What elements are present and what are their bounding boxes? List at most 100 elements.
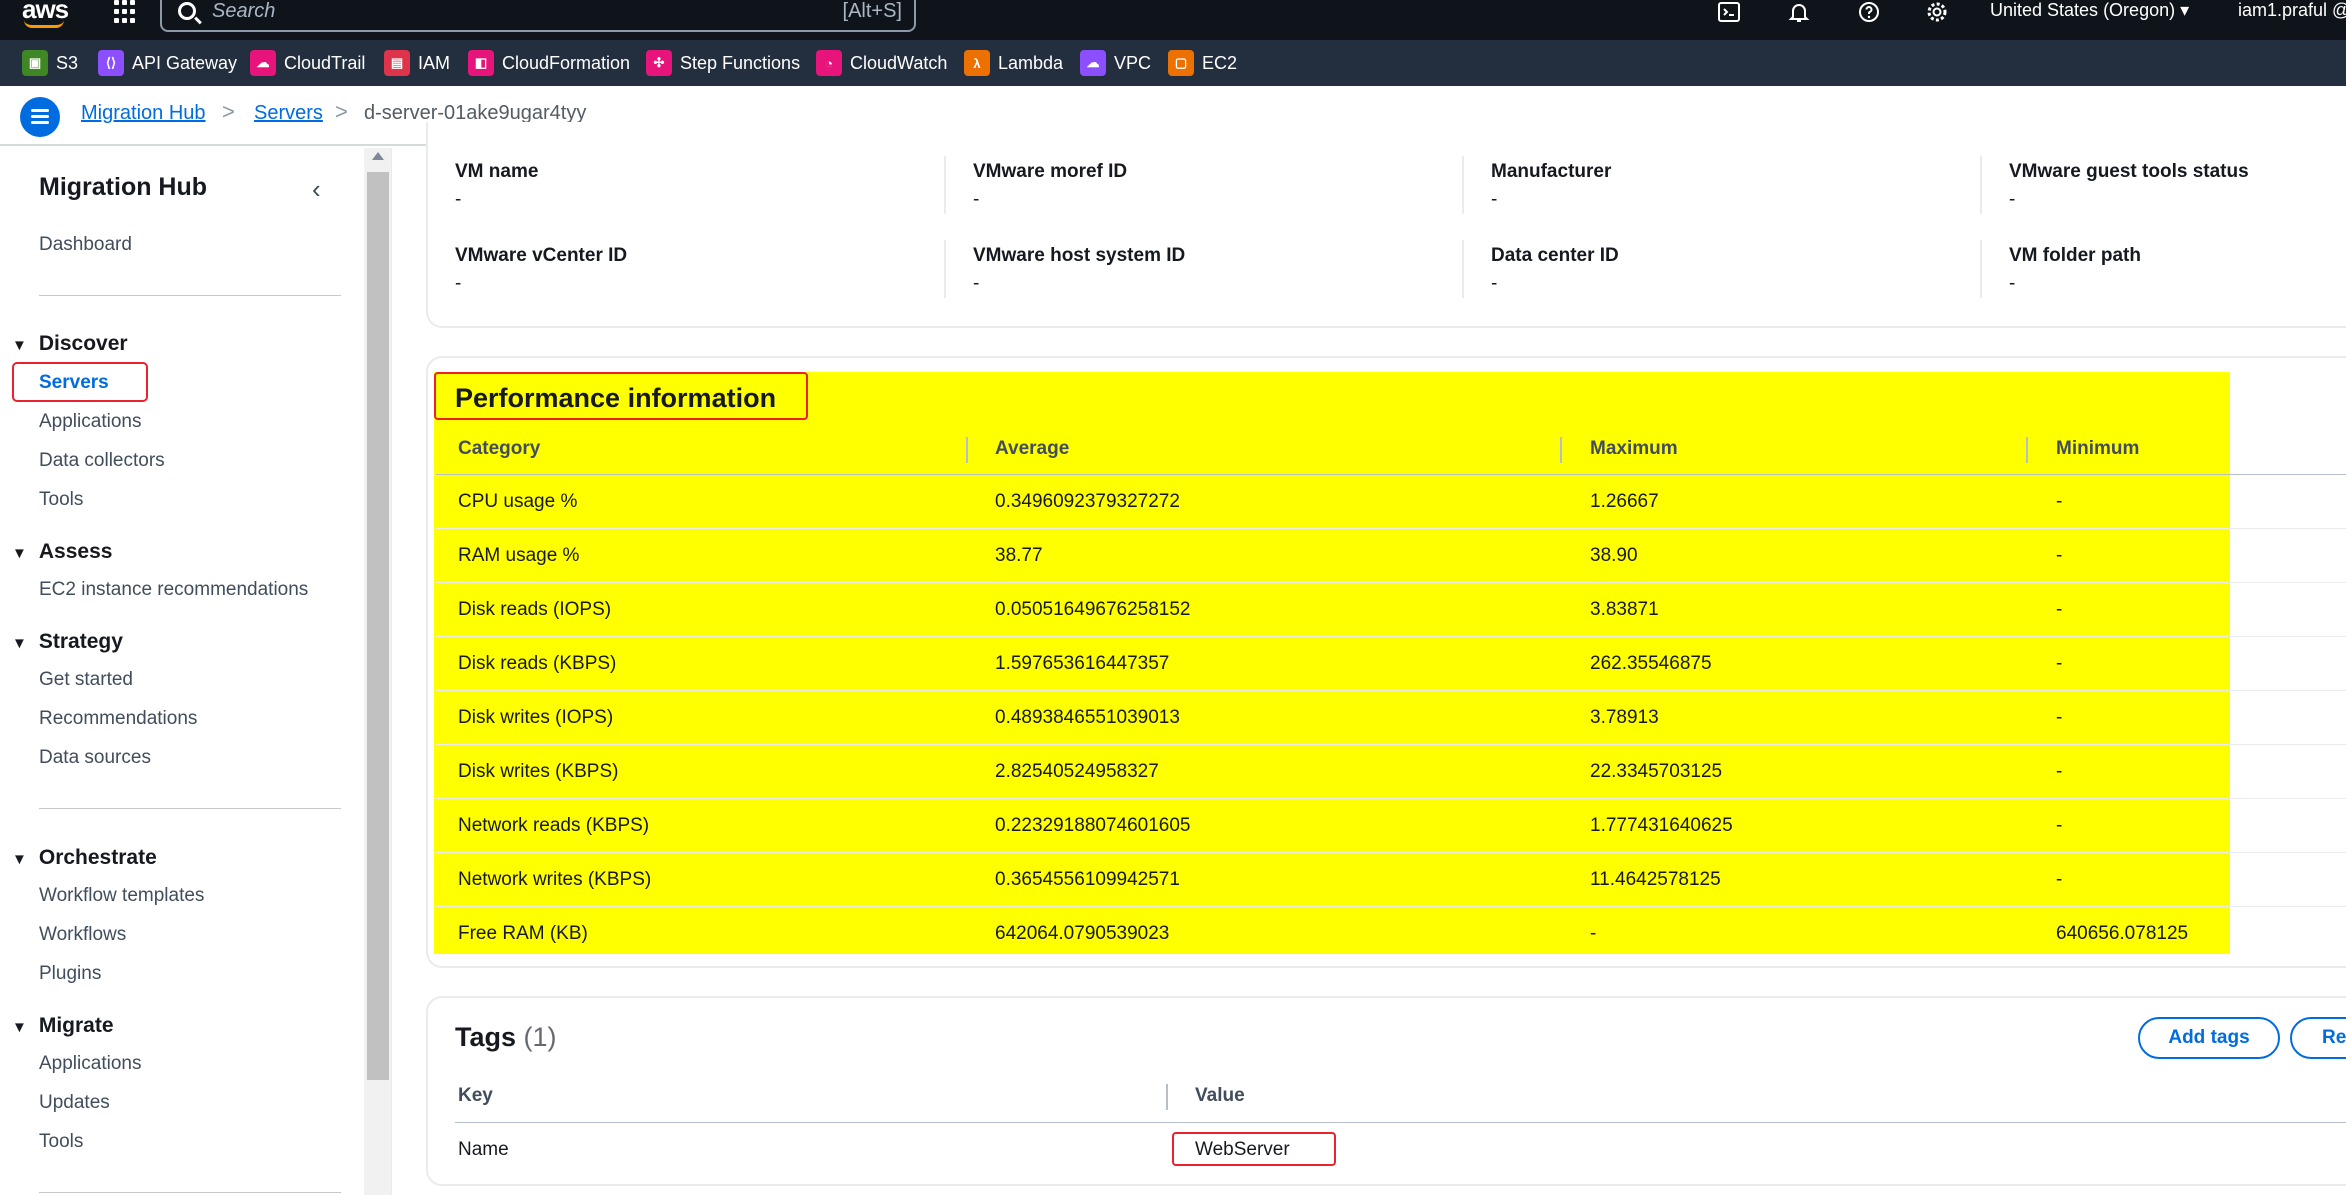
- tag-key-cell: Name: [458, 1139, 509, 1160]
- favorite-cloudformation[interactable]: ◧ CloudFormation: [468, 48, 630, 78]
- favorites-bar: ▣ S3 ⟨⟩ API Gateway ☁ CloudTrail ▤ IAM ◧ Clou…: [0, 40, 2346, 86]
- table-row: Disk reads (IOPS) 0.05051649676258152 3.…: [436, 583, 2346, 637]
- cell-average: 0.22329188074601605: [995, 815, 1191, 836]
- cloudwatch-icon: ◔: [816, 50, 842, 76]
- aws-logo-smile: [24, 20, 64, 28]
- cell-average: 0.3654556109942571: [995, 869, 1180, 890]
- cell-category: Network writes (KBPS): [458, 869, 652, 890]
- cell-maximum: 1.777431640625: [1590, 815, 1733, 836]
- cell-average: 1.597653616447357: [995, 653, 1170, 674]
- vmware-vcenter-id-label: VMware vCenter ID: [455, 245, 628, 266]
- caret-down-icon: ▼: [12, 545, 27, 562]
- cell-maximum: -: [1590, 923, 1597, 944]
- sidebar-scrollbar[interactable]: [364, 148, 392, 1195]
- sidebar-item-dashboard[interactable]: Dashboard: [39, 234, 132, 256]
- notifications-bell-icon[interactable]: [1786, 0, 1812, 24]
- favorite-step-functions[interactable]: ✣ Step Functions: [646, 48, 800, 78]
- sidebar-item-ec2-recommendations[interactable]: EC2 instance recommendations: [39, 579, 308, 601]
- sidebar-item-migrate-tools[interactable]: Tools: [39, 1131, 83, 1153]
- lambda-icon: λ: [964, 50, 990, 76]
- table-row: Free RAM (KB) 642064.0790539023 - 640656…: [436, 907, 2346, 961]
- breadcrumb-servers[interactable]: Servers: [254, 102, 323, 125]
- settings-gear-icon[interactable]: [1924, 0, 1950, 24]
- column-header-value: Value: [1195, 1085, 1245, 1106]
- cell-maximum: 3.83871: [1590, 599, 1659, 620]
- column-divider: [1560, 437, 1562, 463]
- sidebar-title: Migration Hub: [39, 173, 208, 201]
- column-divider: [944, 156, 946, 214]
- caret-down-icon: ▼: [12, 635, 27, 652]
- favorite-cloudwatch[interactable]: ◔ CloudWatch: [816, 48, 947, 78]
- sidebar-section-orchestrate[interactable]: ▼ Orchestrate: [12, 846, 157, 870]
- sidebar-item-plugins[interactable]: Plugins: [39, 963, 101, 985]
- help-icon[interactable]: [1856, 0, 1882, 24]
- breadcrumb-migration-hub[interactable]: Migration Hub: [81, 102, 206, 125]
- cell-minimum: -: [2056, 599, 2063, 620]
- favorite-api-gateway[interactable]: ⟨⟩ API Gateway: [98, 48, 237, 78]
- webserver-annotation-box: [1172, 1132, 1336, 1166]
- sidebar-item-applications[interactable]: Applications: [39, 411, 141, 433]
- sidebar-item-workflows[interactable]: Workflows: [39, 924, 126, 946]
- search-input[interactable]: Search [Alt+S]: [160, 0, 916, 32]
- favorite-vpc[interactable]: ☁ VPC: [1080, 48, 1151, 78]
- vmware-guest-tools-status-value: -: [2009, 189, 2016, 210]
- column-header-key: Key: [458, 1085, 493, 1106]
- sidebar-section-discover[interactable]: ▼ Discover: [12, 332, 128, 356]
- caret-down-icon: ▼: [12, 851, 27, 868]
- sidebar-item-get-started[interactable]: Get started: [39, 669, 133, 691]
- breadcrumb-separator: >: [222, 99, 235, 124]
- sidebar-item-data-collectors[interactable]: Data collectors: [39, 450, 165, 472]
- vm-folder-path-value: -: [2009, 273, 2016, 294]
- scrollbar-thumb[interactable]: [367, 172, 389, 1080]
- cell-maximum: 38.90: [1590, 545, 1638, 566]
- scroll-up-arrow-icon[interactable]: [372, 152, 384, 160]
- cell-minimum: -: [2056, 707, 2063, 728]
- servers-annotation-box: [12, 362, 148, 402]
- cell-category: Free RAM (KB): [458, 923, 588, 944]
- region-selector[interactable]: United States (Oregon) ▾: [1990, 0, 2189, 21]
- sidebar-divider: [39, 1192, 341, 1193]
- account-menu[interactable]: iam1.praful @: [2238, 0, 2346, 21]
- sidebar-item-workflow-templates[interactable]: Workflow templates: [39, 885, 204, 907]
- favorite-ec2[interactable]: ▢ EC2: [1168, 48, 1237, 78]
- add-tags-button[interactable]: Add tags: [2138, 1017, 2280, 1059]
- sidebar-item-updates[interactable]: Updates: [39, 1092, 110, 1114]
- favorite-iam[interactable]: ▤ IAM: [384, 48, 450, 78]
- caret-down-icon: ▼: [12, 1019, 27, 1036]
- vm-details-panel: [426, 122, 2346, 328]
- navigation-menu-button[interactable]: [20, 97, 60, 137]
- cell-average: 0.4893846551039013: [995, 707, 1180, 728]
- sidebar-item-migrate-applications[interactable]: Applications: [39, 1053, 141, 1075]
- favorite-s3[interactable]: ▣ S3: [22, 48, 78, 78]
- sidebar-divider: [39, 808, 341, 809]
- favorite-lambda[interactable]: λ Lambda: [964, 48, 1063, 78]
- cloudshell-icon[interactable]: [1716, 0, 1742, 24]
- table-row: Network reads (KBPS) 0.22329188074601605…: [436, 799, 2346, 853]
- cell-category: Disk reads (IOPS): [458, 599, 612, 620]
- cell-average: 38.77: [995, 545, 1043, 566]
- sidebar-item-data-sources[interactable]: Data sources: [39, 747, 151, 769]
- sidebar-section-strategy[interactable]: ▼ Strategy: [12, 630, 123, 654]
- step-functions-icon: ✣: [646, 50, 672, 76]
- sidebar-section-assess[interactable]: ▼ Assess: [12, 540, 112, 564]
- cell-average: 0.3496092379327272: [995, 491, 1180, 512]
- table-row: Network writes (KBPS) 0.3654556109942571…: [436, 853, 2346, 907]
- column-divider: [2026, 437, 2028, 463]
- cell-maximum: 11.4642578125: [1590, 869, 1721, 890]
- vmware-vcenter-id-value: -: [455, 273, 462, 294]
- manufacturer-value: -: [1491, 189, 1498, 210]
- top-navigation-bar: aws Search [Alt+S] United States (Oregon…: [0, 0, 2346, 40]
- column-header-minimum: Minimum: [2056, 438, 2140, 459]
- remove-tags-button[interactable]: Re: [2290, 1017, 2346, 1059]
- sidebar-section-migrate[interactable]: ▼ Migrate: [12, 1014, 114, 1038]
- cell-average: 2.82540524958327: [995, 761, 1159, 782]
- sidebar-item-recommendations[interactable]: Recommendations: [39, 708, 197, 730]
- services-grid-icon[interactable]: [114, 0, 136, 24]
- column-header-average: Average: [995, 438, 1070, 459]
- favorite-cloudtrail[interactable]: ☁ CloudTrail: [250, 48, 365, 78]
- data-center-id-value: -: [1491, 273, 1498, 294]
- cell-average: 0.05051649676258152: [995, 599, 1191, 620]
- sidebar-item-tools[interactable]: Tools: [39, 489, 83, 511]
- table-row: Disk writes (IOPS) 0.4893846551039013 3.…: [436, 691, 2346, 745]
- close-sidebar-icon[interactable]: ‹: [312, 174, 321, 205]
